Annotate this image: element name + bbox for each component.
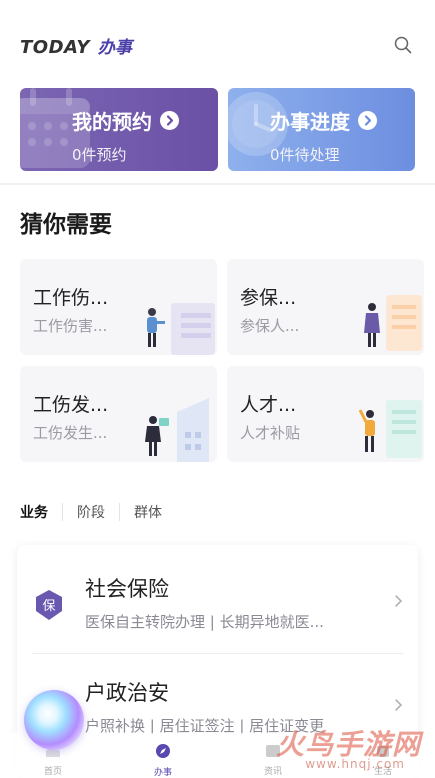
tab-separator: [119, 503, 120, 521]
office-worker-illustration: [147, 303, 215, 355]
my-appointments-card[interactable]: 我的预约 0件预约: [20, 88, 218, 171]
service-item-social-insurance[interactable]: 保 社会保险 医保自主转院办理 | 长期异地就医...: [17, 545, 418, 654]
nav-services[interactable]: 办事: [133, 743, 193, 778]
watermark-url: www.hnqj.com: [305, 757, 405, 771]
compass-icon: [156, 744, 170, 758]
tab-business[interactable]: 业务: [20, 502, 48, 522]
tab-group[interactable]: 群体: [134, 502, 162, 522]
progress-card[interactable]: 办事进度 0件待处理: [228, 88, 415, 171]
recommend-title: 工伤发...: [33, 394, 109, 416]
service-name: 户政治安: [85, 681, 169, 705]
progress-title: 办事进度: [270, 106, 377, 135]
brand-logo: TODAY 办事: [20, 33, 132, 58]
app-header: TODAY 办事: [0, 0, 435, 85]
tab-separator: [62, 503, 63, 521]
tab-stage[interactable]: 阶段: [77, 502, 105, 522]
recommend-card[interactable]: 工作伤... 工作伤害...: [20, 259, 217, 355]
recommend-subtitle: 工伤发生...: [33, 424, 108, 442]
service-desc: 医保自主转院办理 | 长期异地就医...: [85, 613, 324, 631]
brand-en: TODAY: [20, 37, 90, 58]
chevron-right-icon: [394, 593, 404, 612]
recommend-card[interactable]: 参保... 参保人...: [227, 259, 424, 355]
appointments-title-text: 我的预约: [72, 110, 152, 134]
recommend-title: 工作伤...: [33, 287, 109, 309]
recommend-subtitle: 参保人...: [240, 317, 300, 335]
brand-cn: 办事: [97, 38, 132, 58]
recommend-title: 人才...: [240, 394, 297, 416]
search-icon[interactable]: [393, 35, 413, 55]
building-illustration: [145, 398, 209, 462]
section-title: 猜你需要: [20, 212, 112, 238]
nav-label: 办事: [153, 768, 172, 778]
section-divider: [0, 183, 435, 185]
recommend-subtitle: 工作伤害...: [33, 317, 108, 335]
service-name: 社会保险: [85, 577, 169, 601]
shield-icon: 保: [34, 589, 64, 625]
recommend-title: 参保...: [240, 287, 297, 309]
shield-label: 保: [42, 599, 55, 614]
chevron-right-icon: [394, 697, 404, 716]
nav-label: 首页: [43, 767, 62, 777]
progress-title-text: 办事进度: [270, 110, 350, 134]
talent-illustration: [358, 400, 422, 458]
recommend-card[interactable]: 人才... 人才补贴: [227, 366, 424, 462]
arrow-right-icon: [358, 111, 377, 130]
appointments-title: 我的预约: [72, 106, 179, 135]
arrow-right-icon: [160, 111, 179, 130]
recommend-card[interactable]: 工伤发... 工伤发生...: [20, 366, 217, 462]
progress-count: 0件待处理: [270, 146, 340, 164]
assistant-orb-button[interactable]: [24, 690, 84, 750]
nav-label: 资讯: [263, 767, 282, 777]
recommend-subtitle: 人才补贴: [240, 424, 301, 442]
insured-person-illustration: [364, 295, 422, 351]
appointments-count: 0件预约: [72, 146, 127, 164]
category-tabs: 业务 阶段 群体: [20, 502, 162, 522]
